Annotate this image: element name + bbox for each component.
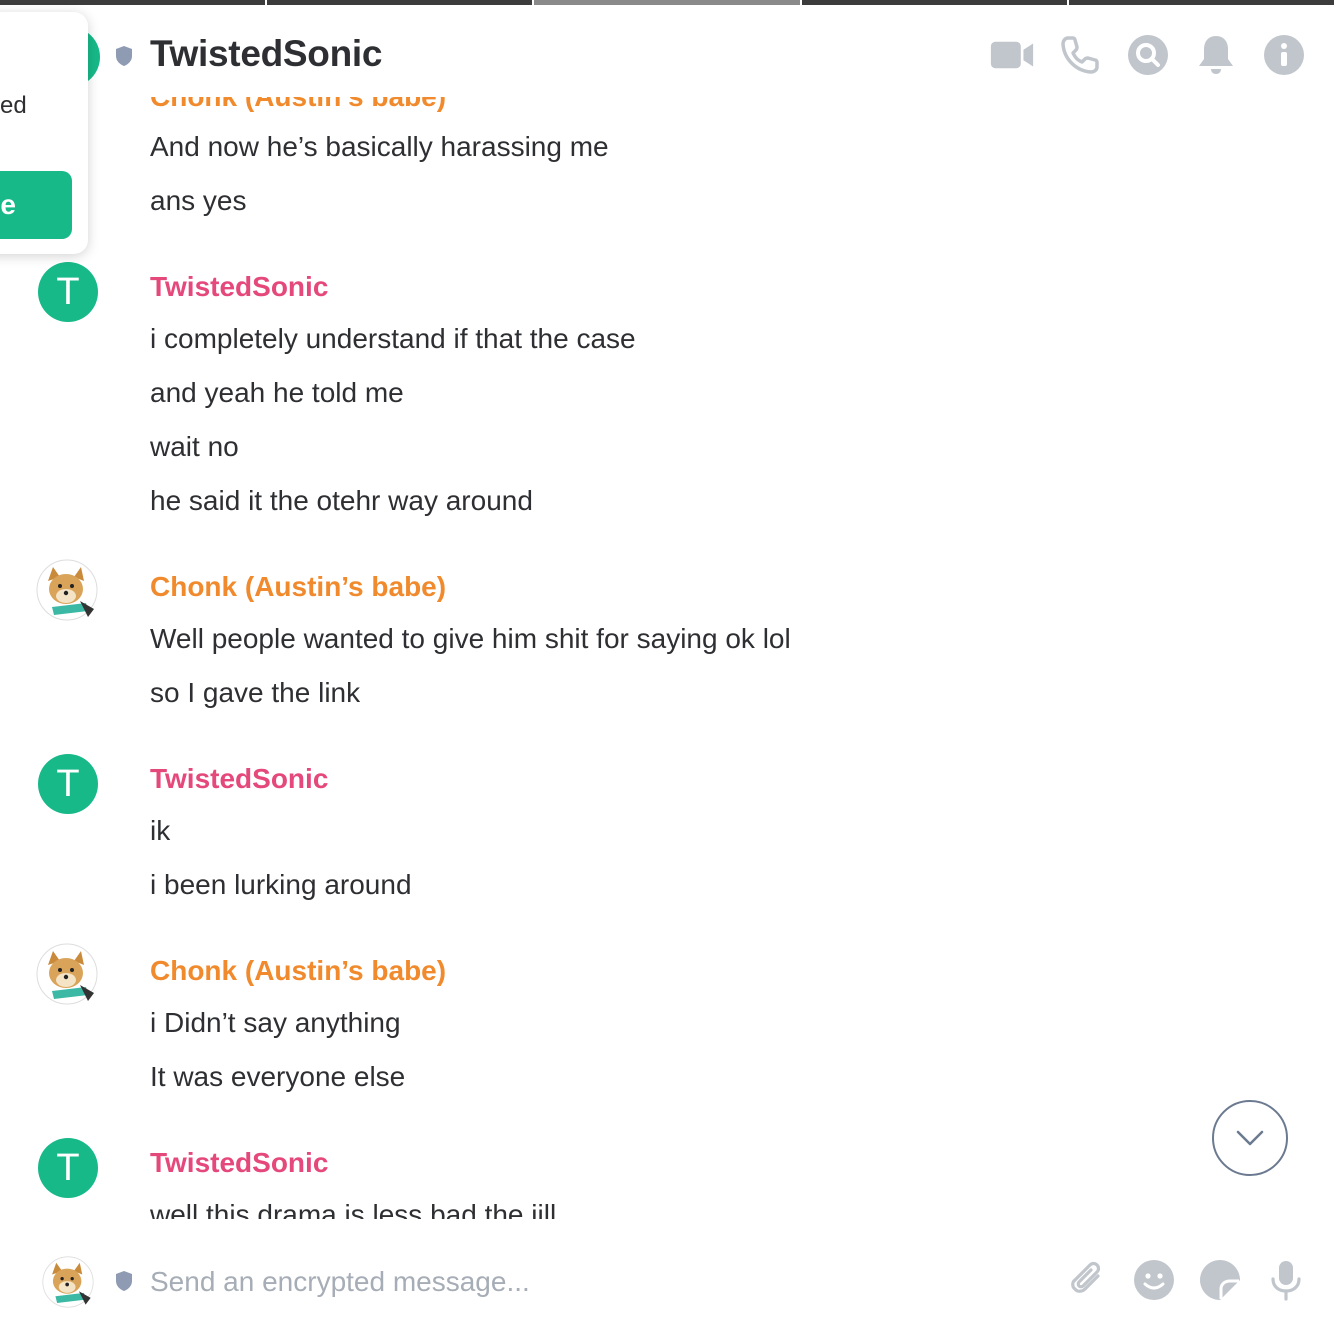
sender-avatar[interactable]: T [38, 262, 98, 322]
doge-avatar-icon[interactable] [42, 1256, 94, 1308]
microphone-icon [1271, 1261, 1301, 1301]
message-body: Well people wanted to give him shit for … [150, 623, 791, 654]
smiley-icon [1134, 1260, 1174, 1300]
message-body: i been lurking around [150, 869, 412, 900]
sender-name[interactable]: Chonk (Austin’s babe) [150, 955, 446, 987]
popup-dialog: ed ue [0, 12, 88, 254]
shield-icon [116, 1271, 132, 1291]
composer-actions [1066, 1258, 1308, 1302]
sender-name[interactable]: Chonk (Austin’s babe) [150, 97, 446, 113]
jump-to-bottom-button[interactable] [1212, 1100, 1288, 1176]
sender-name[interactable]: TwistedSonic [150, 1147, 328, 1179]
info-icon [1264, 35, 1304, 75]
message-body: i Didn’t say anything [150, 1007, 401, 1038]
paperclip-icon [1071, 1261, 1101, 1293]
doge-avatar-icon[interactable] [36, 943, 98, 1005]
video-camera-icon [990, 41, 1034, 69]
room-header: TwistedSonic [0, 5, 1336, 97]
room-info-button[interactable] [1262, 33, 1306, 77]
message-body: wait no [150, 431, 239, 462]
voice-call-button[interactable] [1058, 33, 1102, 77]
message-body: It was everyone else [150, 1061, 406, 1092]
message-input[interactable] [150, 1260, 1030, 1304]
voice-message-button[interactable] [1264, 1258, 1308, 1302]
bell-icon [1199, 36, 1233, 74]
search-button[interactable] [1126, 33, 1170, 77]
message-body: so I gave the link [150, 677, 361, 708]
message-composer [0, 1230, 1336, 1335]
message-body: ans yes [150, 185, 247, 216]
sticker-button[interactable] [1198, 1258, 1242, 1302]
shield-icon [116, 46, 132, 66]
sender-avatar[interactable]: T [38, 754, 98, 814]
search-icon [1128, 35, 1168, 75]
emoji-button[interactable] [1132, 1258, 1176, 1302]
sender-avatar[interactable]: T [38, 1138, 98, 1198]
message-body: And now he’s basically harassing me [150, 131, 609, 162]
sticker-icon [1200, 1260, 1240, 1300]
sender-name[interactable]: TwistedSonic [150, 271, 328, 303]
notifications-button[interactable] [1194, 33, 1238, 77]
message-body: and yeah he told me [150, 377, 404, 408]
sender-name[interactable]: Chonk (Austin’s babe) [150, 571, 446, 603]
header-actions [990, 33, 1306, 77]
room-title[interactable]: TwistedSonic [150, 33, 382, 75]
message-body: ik [150, 815, 171, 846]
message-timeline[interactable]: Chonk (Austin’s babe) And now he’s basic… [0, 97, 1336, 1219]
attach-button[interactable] [1066, 1258, 1110, 1302]
message-body: he said it the otehr way around [150, 485, 533, 516]
phone-icon [1061, 36, 1099, 74]
sender-name[interactable]: TwistedSonic [150, 763, 328, 795]
popup-continue-button[interactable]: ue [0, 171, 72, 239]
chevron-down-icon [1236, 1130, 1264, 1146]
popup-text: ed [0, 92, 27, 119]
message-body: well this drama is less bad the iill [150, 1199, 557, 1219]
doge-avatar-icon[interactable] [36, 559, 98, 621]
video-call-button[interactable] [990, 33, 1034, 77]
message-body: i completely understand if that the case [150, 323, 636, 354]
